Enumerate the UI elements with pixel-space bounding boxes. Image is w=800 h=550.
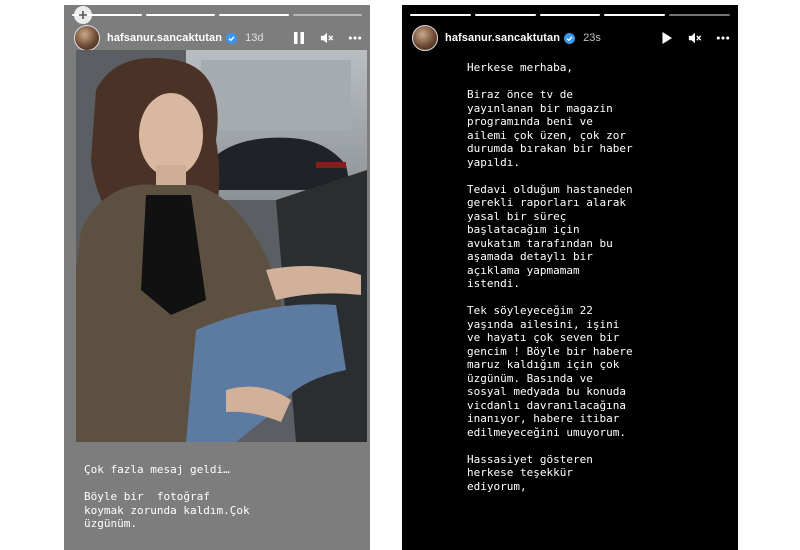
progress-segment xyxy=(669,14,730,16)
speaker-muted-icon[interactable] xyxy=(320,31,334,45)
story-caption: Çok fazla mesaj geldi… Böyle bir fotoğra… xyxy=(84,463,250,530)
pause-icon[interactable] xyxy=(292,31,306,45)
left-story-panel: hafsanur.sancaktutan 13d Çok fazla mesaj… xyxy=(64,5,370,550)
progress-segment xyxy=(145,14,215,16)
play-icon[interactable] xyxy=(660,31,674,45)
avatar[interactable] xyxy=(74,25,100,51)
username[interactable]: hafsanur.sancaktutan xyxy=(445,32,560,44)
story-text-message: Herkese merhaba, Biraz önce tv de yayınl… xyxy=(467,61,633,493)
story-header: hafsanur.sancaktutan 13d xyxy=(74,23,362,53)
speaker-muted-icon[interactable] xyxy=(688,31,702,45)
progress-segment xyxy=(410,14,471,16)
plus-icon[interactable] xyxy=(74,6,92,24)
right-story-panel: hafsanur.sancaktutan 23s Herkese merhaba… xyxy=(402,5,738,550)
more-options-icon[interactable] xyxy=(348,31,362,45)
username[interactable]: hafsanur.sancaktutan xyxy=(107,32,222,44)
story-photo xyxy=(76,50,367,442)
more-options-icon[interactable] xyxy=(716,31,730,45)
progress-segment xyxy=(539,14,601,16)
progress-segment xyxy=(604,14,666,16)
avatar[interactable] xyxy=(412,25,438,51)
post-time: 23s xyxy=(583,32,601,44)
verified-badge-icon xyxy=(564,32,576,44)
verified-badge-icon xyxy=(226,32,238,44)
progress-segment xyxy=(292,14,362,16)
story-progress-bar xyxy=(72,14,362,16)
post-time: 13d xyxy=(245,32,264,44)
progress-segment xyxy=(474,14,536,16)
progress-segment xyxy=(219,14,289,16)
story-header: hafsanur.sancaktutan 23s xyxy=(412,23,730,53)
story-progress-bar xyxy=(410,14,730,16)
